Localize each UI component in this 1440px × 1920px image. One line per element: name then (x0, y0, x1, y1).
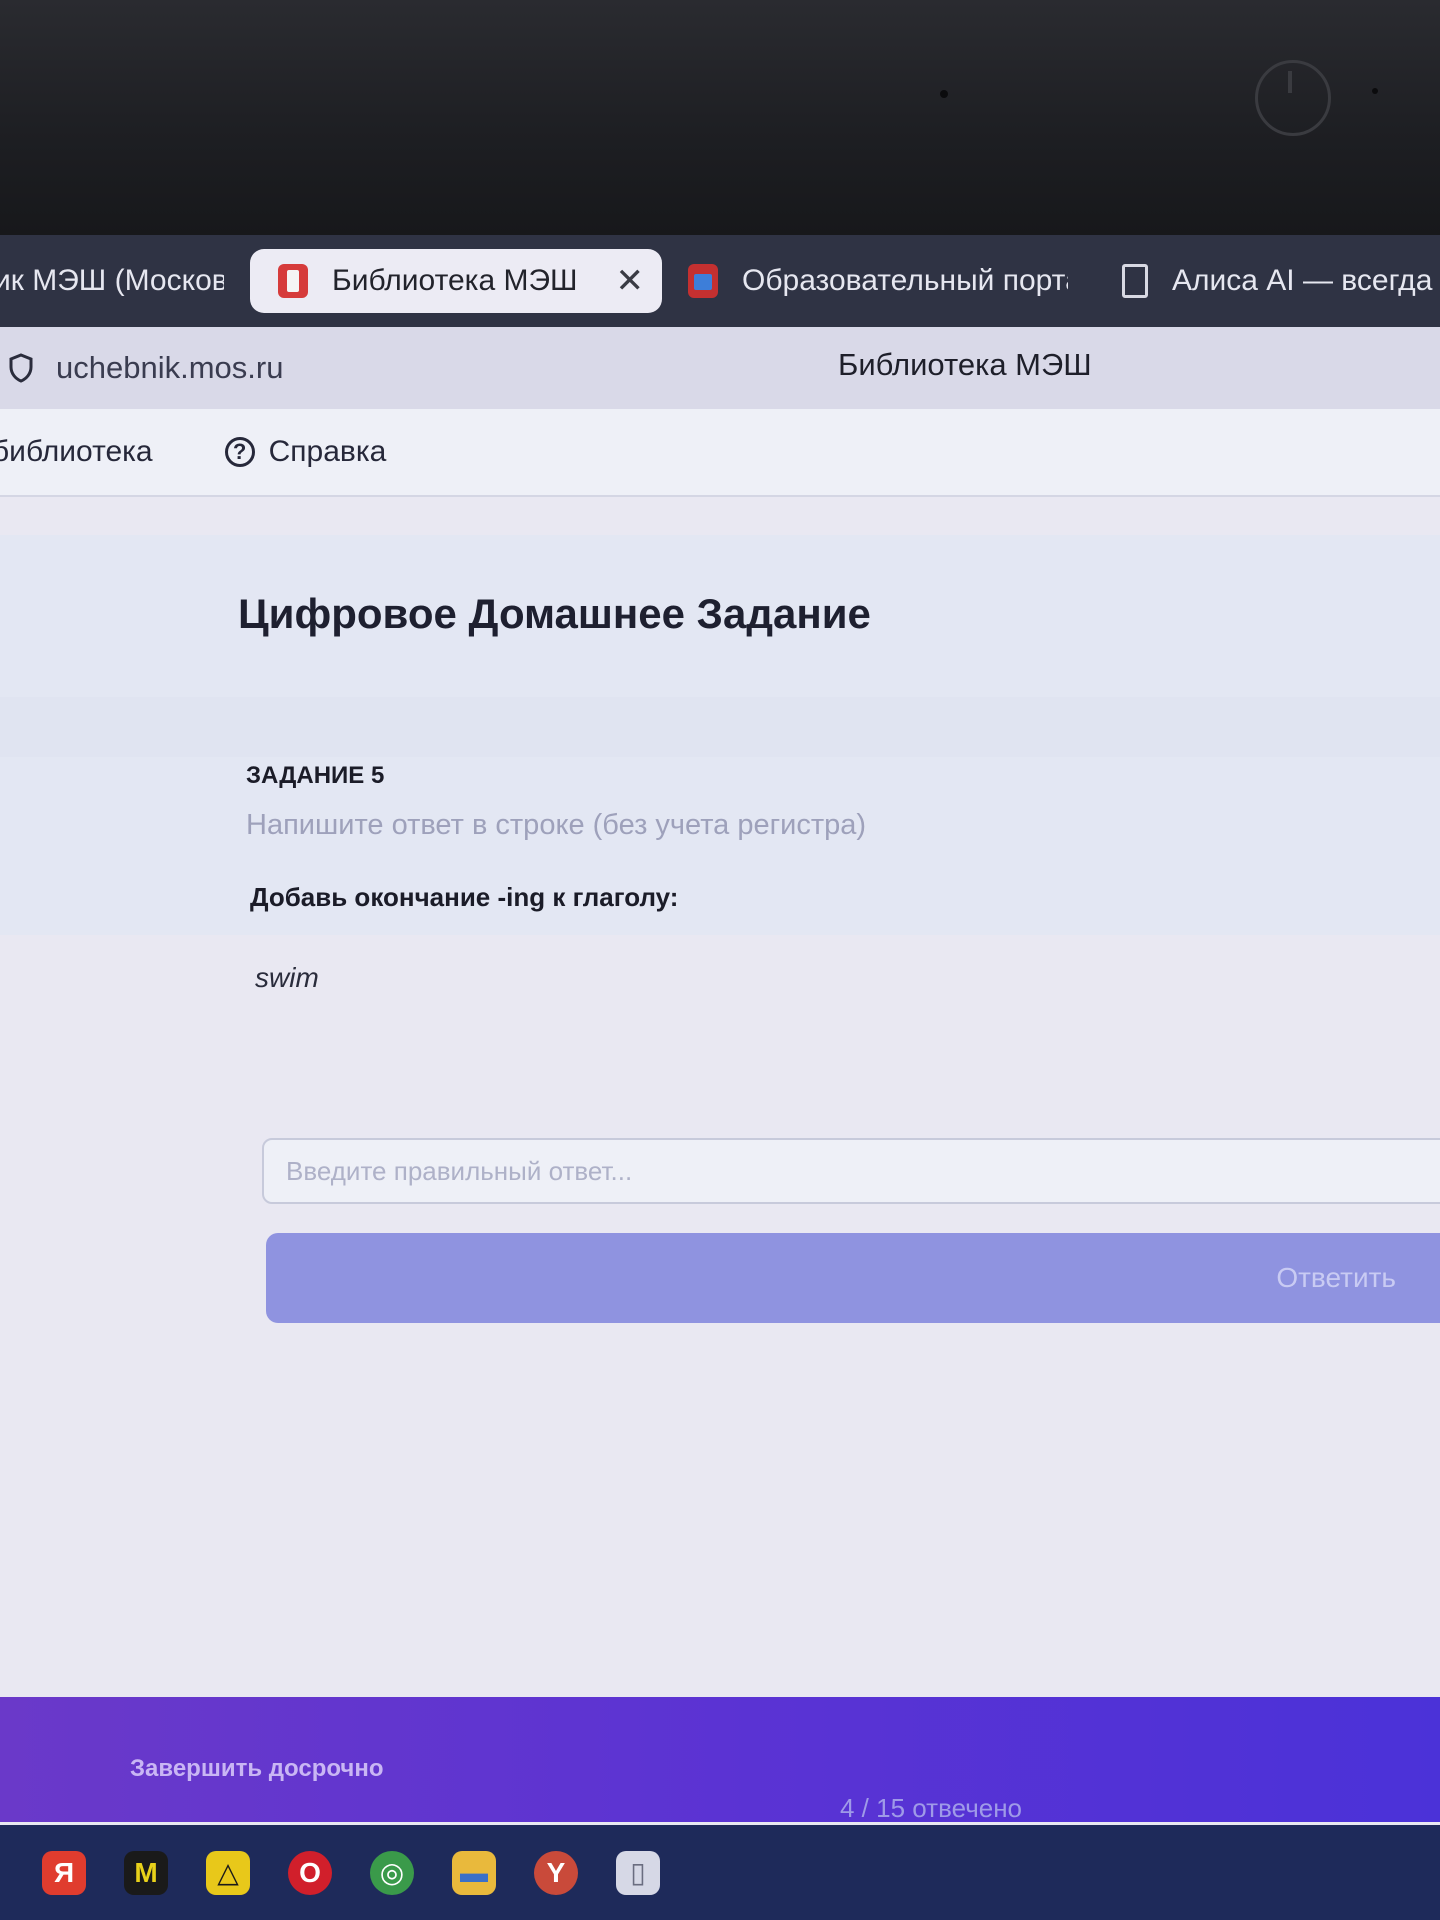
monitor-bezel (0, 0, 1440, 235)
taskbar: Я M △ O ◎ ▬ Y ▯ (0, 1825, 1440, 1920)
tab-mesh[interactable]: ик МЭШ (Москов (0, 249, 224, 313)
shield-icon[interactable] (8, 353, 34, 383)
submit-answer-button[interactable]: Ответить (266, 1233, 1440, 1323)
nav-help[interactable]: ? Справка (224, 435, 387, 469)
tab-label: Алиса AI — всегда п (1172, 264, 1440, 297)
divider (0, 697, 1440, 757)
nav-library[interactable]: библиотека (0, 435, 153, 469)
site-nav: библиотека ? Справка (0, 409, 1440, 497)
page-title: Библиотека МЭШ (838, 347, 1092, 382)
url-text[interactable]: uchebnik.mos.ru (56, 350, 283, 386)
task-word: swim (255, 962, 319, 993)
tab-alice[interactable]: Алиса AI — всегда п (1122, 249, 1440, 313)
power-button-icon (1255, 60, 1331, 136)
nav-help-label: Справка (268, 435, 387, 468)
task-instruction: Напишите ответ в строке (без учета регис… (246, 809, 867, 841)
answer-input[interactable] (262, 1138, 1440, 1204)
chrome-icon[interactable]: ◎ (370, 1850, 414, 1895)
homework-title: Цифровое Домашнее Задание (238, 590, 871, 637)
file-icon[interactable]: ▯ (616, 1850, 660, 1895)
progress-counter: 4 / 15 отвечено (840, 1793, 1023, 1823)
task-label: ЗАДАНИЕ 5 (246, 762, 385, 789)
indicator-dot (1372, 88, 1378, 94)
finish-early-button[interactable]: Завершить досрочно (130, 1755, 384, 1783)
app-logo-icon[interactable]: M (124, 1850, 168, 1895)
mesh-library-icon (278, 264, 308, 298)
task-prompt: Добавь окончание -ing к глаголу: (250, 882, 679, 912)
tab-portal[interactable]: Образовательный порта (688, 249, 1068, 313)
close-icon[interactable]: ✕ (616, 261, 645, 301)
address-bar[interactable]: uchebnik.mos.ru Библиотека МЭШ (0, 327, 1440, 409)
tab-library[interactable]: Библиотека МЭШ ✕ (250, 249, 662, 313)
help-icon: ? (224, 437, 255, 467)
tab-bar: ик МЭШ (Москов Библиотека МЭШ ✕ Образова… (0, 235, 1440, 327)
camera-dot (940, 90, 948, 98)
tab-label: Образовательный порта (742, 264, 1068, 297)
screen: ик МЭШ (Москов Библиотека МЭШ ✕ Образова… (0, 235, 1440, 1920)
yandex-browser-icon[interactable]: Y (534, 1850, 578, 1895)
document-icon (1122, 264, 1148, 298)
yandex-icon[interactable]: Я (42, 1850, 86, 1895)
opera-icon[interactable]: O (288, 1850, 332, 1895)
tab-label: Библиотека МЭШ (332, 264, 578, 297)
folder-icon[interactable]: ▬ (452, 1850, 496, 1895)
tab-label: ик МЭШ (Москов (0, 264, 224, 297)
portal-icon (688, 264, 718, 298)
warning-app-icon[interactable]: △ (206, 1850, 250, 1895)
